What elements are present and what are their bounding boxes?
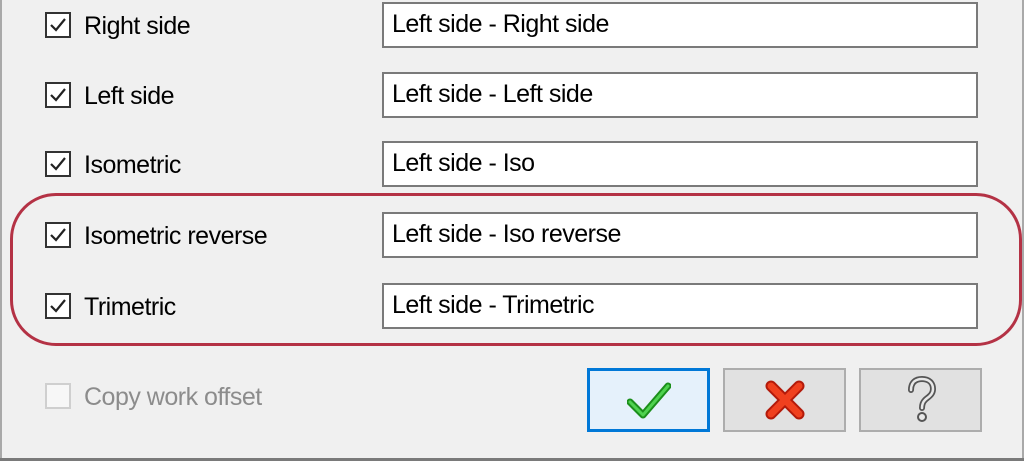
trimetric-name-field[interactable]: Left side - Trimetric — [382, 283, 978, 329]
isometric-name-field[interactable]: Left side - Iso — [382, 141, 978, 187]
cancel-button[interactable] — [723, 368, 846, 432]
isometric-reverse-name-field[interactable]: Left side - Iso reverse — [382, 212, 978, 258]
view-row-isometric-reverse: Isometric reverse Left side - Iso revers… — [0, 210, 1024, 260]
checkmark-icon — [50, 228, 66, 242]
isometric-reverse-checkbox[interactable] — [45, 222, 71, 248]
ok-button[interactable] — [587, 368, 710, 432]
view-row-right-side: Right side Left side - Right side — [0, 0, 1024, 50]
right-side-name-field[interactable]: Left side - Right side — [382, 2, 978, 48]
isometric-checkbox[interactable] — [45, 151, 71, 177]
isometric-label[interactable]: Isometric — [84, 150, 181, 180]
left-side-name-field[interactable]: Left side - Left side — [382, 72, 978, 118]
help-button[interactable] — [859, 368, 982, 432]
copy-work-offset-checkbox[interactable] — [45, 383, 71, 409]
left-side-checkbox[interactable] — [45, 82, 71, 108]
checkmark-icon — [626, 382, 671, 419]
checkmark-icon — [50, 88, 66, 102]
trimetric-label[interactable]: Trimetric — [84, 292, 176, 322]
view-row-left-side: Left side Left side - Left side — [0, 70, 1024, 120]
trimetric-checkbox[interactable] — [45, 293, 71, 319]
copy-work-offset-label[interactable]: Copy work offset — [84, 382, 262, 412]
right-side-label[interactable]: Right side — [84, 11, 191, 41]
view-names-dialog: Right side Left side - Right side Left s… — [0, 0, 1024, 461]
checkmark-icon — [50, 18, 66, 32]
question-mark-icon — [907, 376, 936, 422]
view-row-trimetric: Trimetric Left side - Trimetric — [0, 281, 1024, 331]
view-row-isometric: Isometric Left side - Iso — [0, 139, 1024, 189]
red-x-icon — [765, 380, 804, 420]
checkmark-icon — [50, 157, 66, 171]
left-side-label[interactable]: Left side — [84, 81, 175, 111]
checkmark-icon — [50, 299, 66, 313]
right-side-checkbox[interactable] — [45, 12, 71, 38]
isometric-reverse-label[interactable]: Isometric reverse — [84, 221, 268, 251]
